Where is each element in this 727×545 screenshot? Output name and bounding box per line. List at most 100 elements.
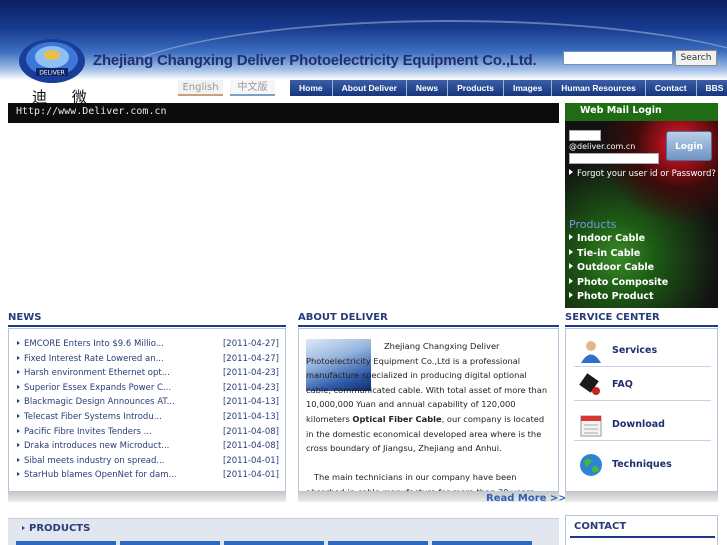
webmail-panel: Web Mail Login @deliver.com.cn Login For… [565, 103, 718, 308]
products-menu-item[interactable]: Photo Product [569, 291, 668, 306]
product-thumbnail[interactable] [224, 541, 324, 545]
news-date: [2011-04-13] [222, 411, 279, 422]
triangle-bullet-icon [569, 277, 573, 284]
news-item[interactable]: Superior Essex Expands Power C... [2011-0… [17, 383, 279, 398]
webmail-user-input[interactable] [569, 130, 601, 141]
news-item[interactable]: Draka introduces new Microduct... [2011-0… [17, 441, 279, 456]
news-item[interactable]: Harsh environment Ethernet opt... [2011-0… [17, 368, 279, 383]
news-footer-bar [8, 492, 286, 502]
service-heading: SERVICE CENTER [565, 312, 660, 323]
search-input[interactable] [563, 51, 673, 65]
nav-home[interactable]: Home [290, 80, 333, 96]
products-menu-item[interactable]: Photo Composite [569, 277, 668, 292]
nav-about[interactable]: About Deliver [332, 80, 407, 96]
news-date: [2011-04-13] [222, 397, 279, 408]
triangle-bullet-icon [17, 457, 20, 462]
triangle-bullet-icon [569, 169, 573, 175]
search-button[interactable]: Search [675, 50, 717, 66]
webmail-title-bar: Web Mail Login [565, 103, 718, 121]
news-title: EMCORE Enters Into $9.6 Millio... [24, 339, 164, 349]
products-menu-label: Photo Composite [577, 276, 669, 288]
triangle-bullet-icon [17, 399, 20, 404]
news-item[interactable]: Telecast Fiber Systems Introdu... [2011-0… [17, 412, 279, 427]
webmail-title: Web Mail Login [580, 105, 662, 116]
triangle-bullet-icon [17, 428, 20, 433]
products-menu-item[interactable]: Outdoor Cable [569, 262, 668, 277]
products-menu-label: Indoor Cable [577, 233, 646, 244]
news-date: [2011-04-23] [222, 382, 279, 393]
logo-text: DELIVER [39, 70, 65, 77]
news-date: [2011-04-08] [222, 426, 279, 437]
product-thumbnail[interactable] [328, 541, 428, 545]
calendar-icon [580, 415, 602, 437]
news-title: Telecast Fiber Systems Introdu... [24, 411, 162, 422]
about-paragraph-1: Zhejiang Changxing Deliver Photoelectric… [306, 339, 553, 456]
service-box: Services FAQ Download Techniques [565, 328, 718, 492]
service-download[interactable]: Download [574, 409, 711, 441]
news-title: Draka introduces new Microduct... [24, 441, 170, 452]
products-bar-label[interactable]: PRODUCTS [22, 523, 90, 534]
contact-heading-line [570, 536, 715, 538]
service-techniques[interactable]: Techniques [574, 449, 711, 481]
service-services[interactable]: Services [574, 335, 711, 367]
products-bar-text: PRODUCTS [29, 523, 91, 534]
service-label: Download [612, 419, 665, 430]
news-title: StarHub blames OpenNet for dam... [24, 470, 177, 481]
page: DELIVER 迪 微 Zhejiang Changxing Deliver P… [0, 0, 727, 545]
about-heading-line [298, 325, 559, 327]
user-icon [581, 341, 601, 363]
company-name: Zhejiang Changxing Deliver Photoelectric… [93, 52, 537, 69]
service-footer-bar [565, 492, 718, 502]
faq-icon [579, 373, 600, 395]
nav-contact[interactable]: Contact [645, 80, 697, 96]
product-thumbnail[interactable] [120, 541, 220, 545]
products-menu-label: Outdoor Cable [577, 262, 655, 273]
triangle-bullet-icon [17, 443, 20, 448]
service-label: Techniques [612, 459, 672, 470]
news-item[interactable]: Fixed Interest Rate Lowered an... [2011-0… [17, 354, 279, 369]
nav-images[interactable]: Images [503, 80, 553, 96]
webmail-password-input[interactable] [569, 153, 659, 164]
news-item[interactable]: Blackmagic Design Announces AT... [2011-0… [17, 397, 279, 412]
news-date: [2011-04-23] [222, 368, 279, 379]
service-faq[interactable]: FAQ [574, 369, 711, 401]
nav-products[interactable]: Products [448, 80, 504, 96]
news-heading: NEWS [8, 312, 42, 323]
news-title: Sibal meets industry on spread... [24, 455, 165, 466]
news-item[interactable]: Pacific Fibre Invites Tenders ... [2011-0… [17, 427, 279, 442]
products-menu-item[interactable]: Indoor Cable [569, 233, 668, 248]
news-date: [2011-04-08] [222, 441, 279, 452]
triangle-bullet-icon [17, 472, 20, 477]
webmail-login-button[interactable]: Login [666, 131, 712, 161]
news-item[interactable]: StarHub blames OpenNet for dam... [2011-0… [17, 470, 279, 485]
webmail-domain: @deliver.com.cn [569, 142, 636, 151]
products-menu-title: Products [569, 218, 617, 231]
triangle-bullet-icon [17, 384, 20, 389]
logo-icon[interactable]: DELIVER [18, 38, 86, 84]
nav-news[interactable]: News [406, 80, 449, 96]
read-more-link[interactable]: Read More >> [486, 493, 567, 504]
main-nav: Home About Deliver News Products Images … [290, 80, 727, 96]
about-text-start: Zhejiang Changxing Deliver Photoelectric… [306, 341, 548, 424]
products-menu-item[interactable]: Tie-in Cable [569, 248, 668, 263]
nav-human-resources[interactable]: Human Resources [552, 80, 646, 96]
lang-chinese-link[interactable]: 中文版 [230, 80, 275, 96]
about-heading: ABOUT DELIVER [298, 312, 388, 323]
nav-bbs[interactable]: BBS [696, 80, 727, 96]
globe-icon [580, 454, 602, 476]
about-paragraph-2: The main technicians in our company have… [306, 470, 553, 492]
lang-english-link[interactable]: English [178, 80, 223, 96]
forgot-password-link[interactable]: Forgot your user id or Password? [569, 169, 716, 179]
news-item[interactable]: EMCORE Enters Into $9.6 Millio... [2011-0… [17, 339, 279, 354]
about-text-2: The main technicians in our company have… [306, 472, 537, 492]
triangle-bullet-icon [17, 370, 20, 375]
banner-url: Http://www.Deliver.com.cn [16, 106, 167, 117]
news-item[interactable]: Sibal meets industry on spread... [2011-0… [17, 456, 279, 471]
news-title: Pacific Fibre Invites Tenders ... [24, 426, 152, 437]
product-thumbnail[interactable] [432, 541, 532, 545]
news-box: EMCORE Enters Into $9.6 Millio... [2011-0… [8, 328, 286, 492]
contact-box: CONTACT [565, 515, 718, 545]
news-date: [2011-04-27] [222, 353, 279, 364]
product-thumbnail[interactable] [16, 541, 116, 545]
service-label: Services [612, 345, 658, 356]
